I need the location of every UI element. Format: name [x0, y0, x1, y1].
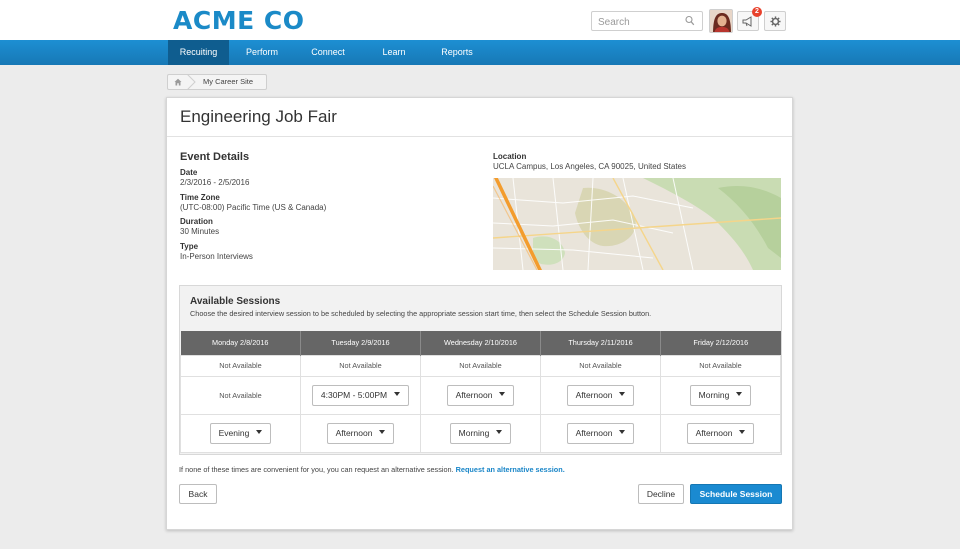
- session-time-select[interactable]: Afternoon: [446, 384, 515, 406]
- select-value: Evening: [218, 427, 250, 438]
- search-input[interactable]: [592, 13, 680, 32]
- select-value: Afternoon: [335, 427, 373, 438]
- alternative-session-text: If none of these times are convenient fo…: [179, 465, 454, 474]
- session-cell: Not Available: [420, 354, 541, 377]
- nav-item-connect[interactable]: Connect: [298, 40, 358, 65]
- nav-item-reports[interactable]: Reports: [432, 40, 482, 65]
- session-cell: Not Available: [540, 354, 661, 377]
- event-card: Engineering Job Fair Event Details Date …: [166, 97, 793, 530]
- session-time-select[interactable]: Afternoon: [566, 384, 635, 406]
- schedule-session-button[interactable]: Schedule Session: [690, 484, 782, 504]
- company-logo[interactable]: ACME CO: [173, 6, 304, 35]
- session-cell: Afternoon: [420, 375, 541, 415]
- top-header: ACME CO 2: [0, 0, 960, 40]
- alternative-session-note: If none of these times are convenient fo…: [179, 465, 565, 474]
- chevron-down-icon: [619, 430, 626, 435]
- nav-item-recruiting[interactable]: Recuiting: [168, 40, 229, 65]
- chevron-down-icon: [499, 392, 506, 397]
- session-time-select[interactable]: Morning: [689, 384, 752, 406]
- session-cell: Morning: [660, 375, 781, 415]
- column-header: Wednesday 2/10/2016: [420, 331, 541, 355]
- column-header: Thursday 2/11/2016: [540, 331, 661, 355]
- chevron-down-icon: [736, 392, 743, 397]
- session-time-select[interactable]: Afternoon: [566, 422, 635, 444]
- sessions-title: Available Sessions: [190, 296, 281, 307]
- session-cell: Evening: [180, 413, 301, 453]
- column-header: Monday 2/8/2016: [180, 331, 301, 355]
- session-cell: Not Available: [300, 354, 421, 377]
- session-time-select[interactable]: Evening: [209, 422, 272, 444]
- duration-value: 30 Minutes: [180, 227, 220, 236]
- session-cell: Not Available: [180, 354, 301, 377]
- type-value: In-Person Interviews: [180, 252, 253, 261]
- gear-icon: [769, 15, 781, 27]
- location-map[interactable]: [493, 178, 781, 270]
- nav-item-perform[interactable]: Perform: [233, 40, 291, 65]
- select-value: Afternoon: [695, 427, 733, 438]
- event-details-heading: Event Details: [180, 151, 250, 163]
- title-divider: [167, 136, 792, 137]
- search-icon[interactable]: [685, 15, 695, 27]
- session-cell: Morning: [420, 413, 541, 453]
- session-time-select[interactable]: Afternoon: [686, 422, 755, 444]
- column-header: Tuesday 2/9/2016: [300, 331, 421, 355]
- table-row: Not Available Not Available Not Availabl…: [180, 354, 781, 377]
- column-header: Friday 2/12/2016: [660, 331, 781, 355]
- chevron-down-icon: [739, 430, 746, 435]
- back-button[interactable]: Back: [179, 484, 217, 504]
- chevron-down-icon: [256, 430, 263, 435]
- date-label: Date: [180, 168, 198, 177]
- chevron-down-icon: [394, 392, 401, 397]
- table-header-row: Monday 2/8/2016 Tuesday 2/9/2016 Wednesd…: [180, 331, 781, 355]
- date-value: 2/3/2016 - 2/5/2016: [180, 178, 250, 187]
- timezone-label: Time Zone: [180, 193, 220, 202]
- session-cell: Afternoon: [540, 413, 661, 453]
- session-cell: Not Available: [180, 375, 301, 415]
- nav-item-learn[interactable]: Learn: [370, 40, 418, 65]
- session-time-select[interactable]: 4:30PM - 5:00PM: [311, 384, 410, 406]
- request-alternative-session-link[interactable]: Request an alternative session.: [456, 465, 565, 474]
- session-cell: Afternoon: [540, 375, 661, 415]
- session-time-select[interactable]: Morning: [449, 422, 512, 444]
- available-sessions-panel: Available Sessions Choose the desired in…: [179, 285, 782, 455]
- map-image: [493, 178, 781, 270]
- main-nav: Recuiting Perform Connect Learn Reports: [0, 40, 960, 65]
- select-value: Afternoon: [575, 389, 613, 400]
- select-value: Morning: [458, 427, 490, 438]
- chevron-down-icon: [619, 392, 626, 397]
- decline-button[interactable]: Decline: [638, 484, 684, 504]
- duration-label: Duration: [180, 217, 213, 226]
- select-value: Morning: [698, 389, 730, 400]
- session-cell: Not Available: [660, 354, 781, 377]
- location-value: UCLA Campus, Los Angeles, CA 90025, Unit…: [493, 162, 687, 171]
- type-label: Type: [180, 242, 199, 251]
- table-row: Not Available 4:30PM - 5:00PM Afternoon …: [180, 375, 781, 415]
- session-time-select[interactable]: Afternoon: [326, 422, 395, 444]
- session-cell: Afternoon: [300, 413, 421, 453]
- user-avatar[interactable]: [709, 9, 733, 33]
- avatar-image: [710, 10, 732, 32]
- chevron-down-icon: [496, 430, 503, 435]
- session-cell: 4:30PM - 5:00PM: [300, 375, 421, 415]
- select-value: 4:30PM - 5:00PM: [320, 389, 388, 400]
- notification-badge: 2: [752, 7, 762, 17]
- breadcrumb-separator-icon: [186, 74, 196, 90]
- select-value: Afternoon: [455, 389, 493, 400]
- megaphone-icon: [742, 15, 752, 27]
- breadcrumb-item-career-site[interactable]: My Career Site: [203, 77, 253, 86]
- settings-button[interactable]: [764, 11, 786, 31]
- session-cell: Afternoon: [660, 413, 781, 453]
- sessions-description: Choose the desired interview session to …: [190, 309, 652, 318]
- breadcrumb: My Career Site: [167, 74, 267, 90]
- page-title: Engineering Job Fair: [180, 107, 337, 126]
- location-label: Location: [493, 152, 527, 161]
- table-row: Evening Afternoon Morning Afternoon Afte…: [180, 413, 781, 453]
- search-box[interactable]: [591, 11, 703, 32]
- timezone-value: (UTC-08:00) Pacific Time (US & Canada): [180, 203, 327, 212]
- sessions-table: Monday 2/8/2016 Tuesday 2/9/2016 Wednesd…: [180, 331, 781, 453]
- home-icon[interactable]: [174, 78, 182, 86]
- chevron-down-icon: [379, 430, 386, 435]
- select-value: Afternoon: [575, 427, 613, 438]
